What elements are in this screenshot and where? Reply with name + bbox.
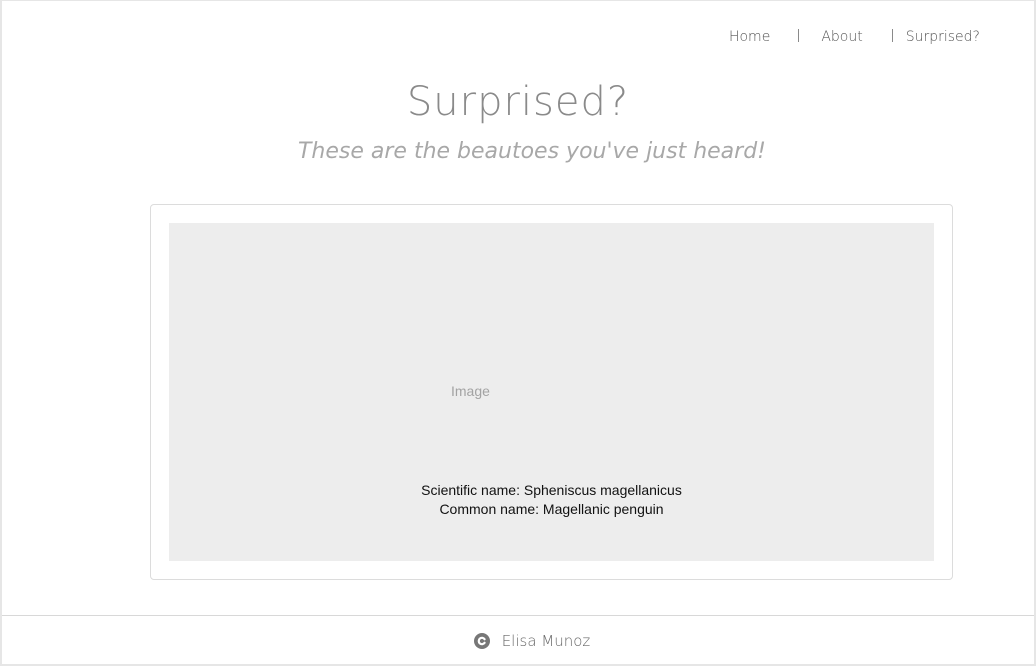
nav-separator — [891, 28, 893, 42]
common-name: Common name: Magellanic penguin — [439, 501, 664, 517]
scientific-name: Scientific name: Spheniscus magellanicus — [421, 482, 682, 498]
species-figure: Image Scientific name: Spheniscus magell… — [169, 223, 934, 561]
footer-divider — [2, 615, 1034, 616]
top-nav: Home About Surprised? — [729, 28, 980, 45]
species-card: Image Scientific name: Spheniscus magell… — [150, 204, 953, 580]
page-subtitle: These are the beautoes you've just heard… — [297, 139, 766, 164]
footer-author: Elisa Munoz — [501, 632, 591, 650]
page-frame: Home About Surprised? Surprised? These a… — [0, 0, 1036, 666]
nav-home-link[interactable]: Home — [729, 29, 770, 45]
nav-separator — [798, 28, 800, 42]
species-caption: Scientific name: Spheniscus magellanicus… — [169, 481, 934, 519]
copyright-icon — [473, 633, 490, 649]
nav-surprised-link[interactable]: Surprised? — [906, 29, 980, 45]
nav-about-link[interactable]: About — [821, 29, 862, 45]
footer: Elisa Munoz — [2, 632, 1036, 650]
image-placeholder: Image — [451, 383, 490, 399]
page-title: Surprised? — [406, 79, 630, 125]
